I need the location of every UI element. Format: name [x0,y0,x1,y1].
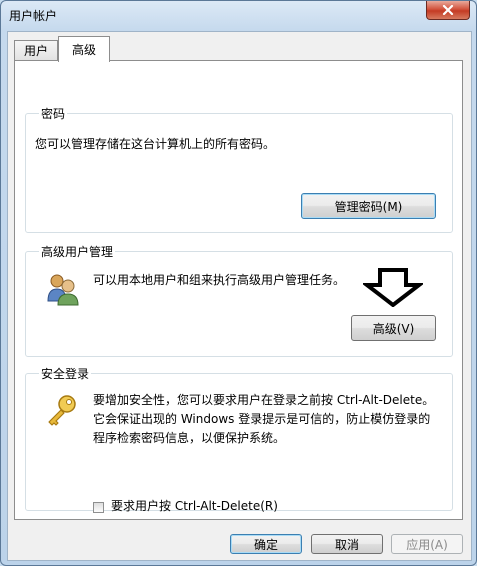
tab-users-label: 用户 [23,44,48,58]
dialog-window: 用户帐户 用户 高级 密码 您可以管理存储在这台计算机上的所有密码。 管理密码(… [0,0,477,566]
advanced-button-label: 高级(V) [372,321,415,336]
password-group-title: 密码 [39,105,68,122]
secure-logon-description-line-1: 要增加安全性，您可以要求用户在登录之前按 Ctrl-Alt-Delete。 [93,393,435,407]
tab-advanced[interactable]: 高级 [58,36,110,62]
advanced-tab-panel: 密码 您可以管理存储在这台计算机上的所有密码。 管理密码(M) 高级用户管理 可… [14,60,463,520]
close-icon [442,5,454,15]
secure-logon-group-title: 安全登录 [39,365,92,382]
tab-users[interactable]: 用户 [14,40,58,60]
down-arrow-annotation-icon [363,268,423,307]
require-ctrl-alt-delete-checkbox[interactable] [93,502,104,513]
cancel-button[interactable]: 取消 [311,534,383,554]
tab-advanced-label: 高级 [71,43,96,57]
ok-button[interactable]: 确定 [230,534,302,554]
dialog-client-area: 用户 高级 密码 您可以管理存储在这台计算机上的所有密码。 管理密码(M) 高级… [7,31,472,561]
users-group-icon [47,274,79,306]
ok-button-label: 确定 [253,537,278,552]
advanced-description: 可以用本地用户和组来执行高级用户管理任务。 [93,273,346,287]
apply-button-label: 应用(A) [406,537,448,552]
password-description: 您可以管理存储在这台计算机上的所有密码。 [35,137,276,151]
key-icon [48,395,76,426]
secure-logon-description-line-2: 它会保证出现的 Windows 登录提示是可信的，防止模仿登录的 [93,412,431,426]
window-title: 用户帐户 [9,9,58,23]
close-button[interactable] [426,1,470,20]
manage-passwords-button[interactable]: 管理密码(M) [301,193,436,219]
require-ctrl-alt-delete-label[interactable]: 要求用户按 Ctrl-Alt-Delete(R) [111,497,278,516]
advanced-group-title: 高级用户管理 [39,243,116,260]
apply-button[interactable]: 应用(A) [391,534,463,554]
manage-passwords-button-label: 管理密码(M) [334,199,403,214]
cancel-button-label: 取消 [334,537,359,552]
secure-logon-description-line-3: 程序检索密码信息，以便保护系统。 [93,431,286,445]
advanced-button[interactable]: 高级(V) [351,315,436,341]
